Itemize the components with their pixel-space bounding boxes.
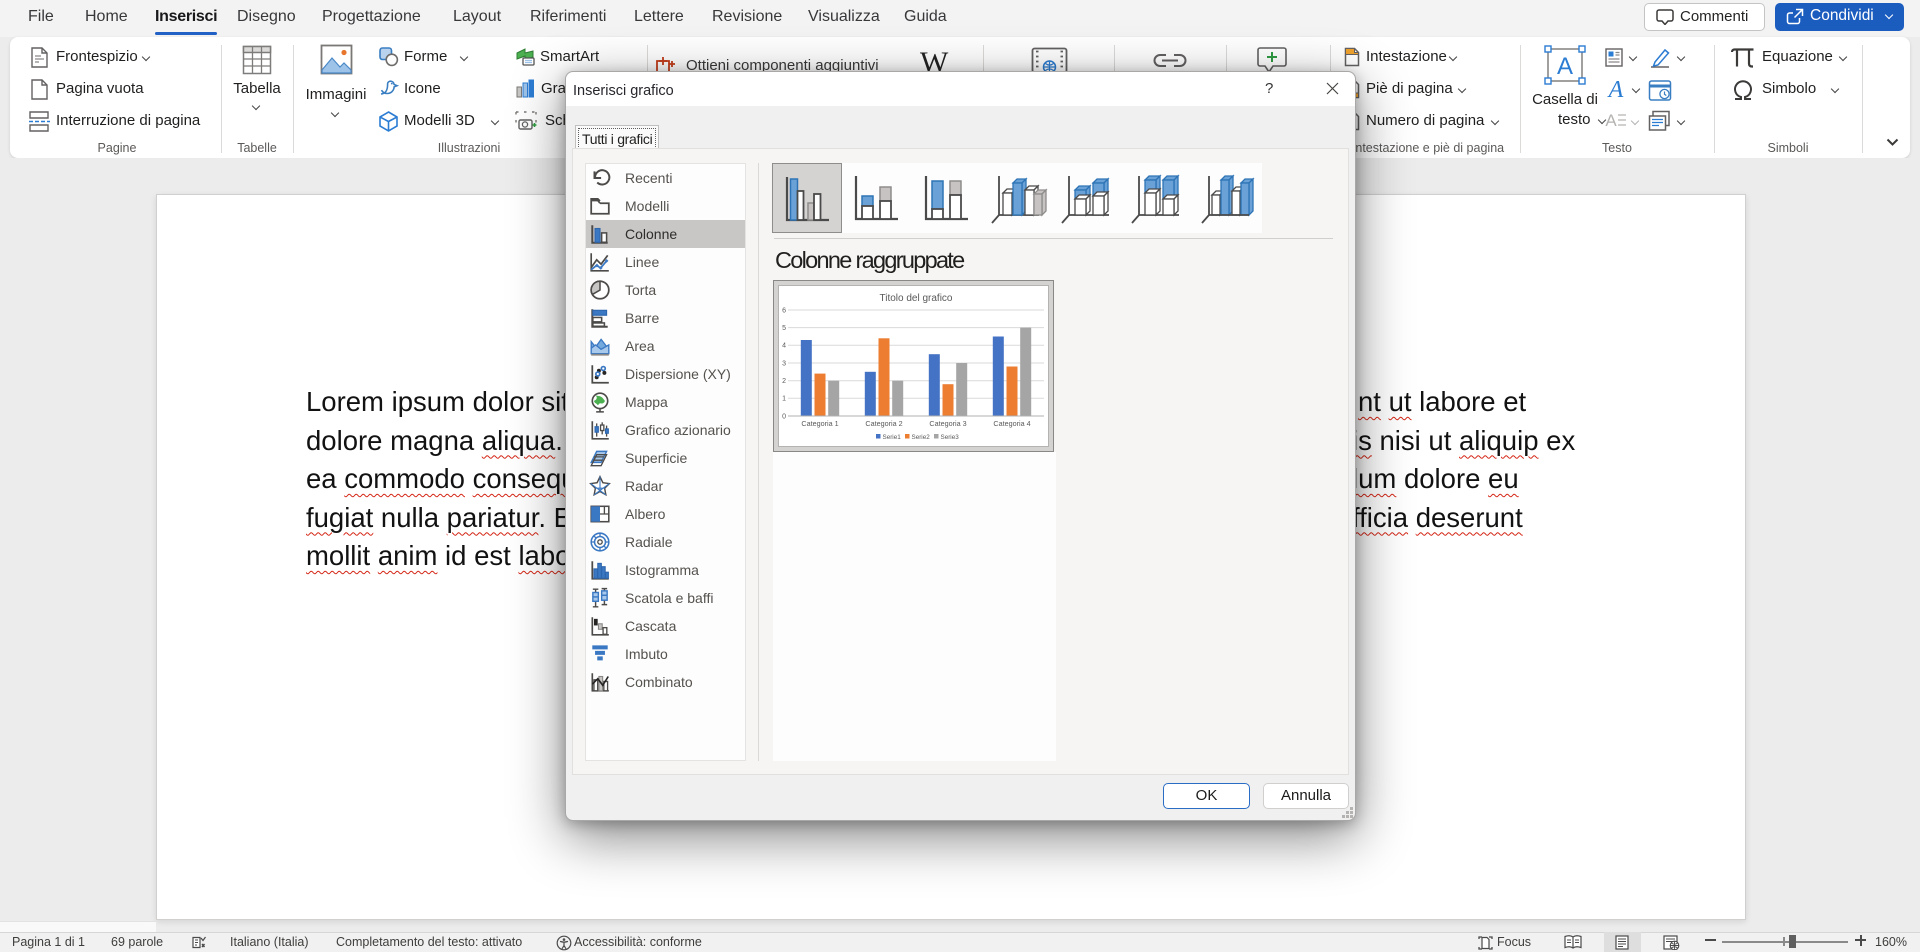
- svg-text:Serie1: Serie1: [883, 434, 902, 441]
- svg-text:A: A: [1607, 77, 1624, 103]
- svg-text:4: 4: [782, 343, 786, 350]
- svg-text:3: 3: [782, 360, 786, 367]
- svg-text:A: A: [1605, 111, 1617, 130]
- svg-text:Serie2: Serie2: [912, 434, 931, 441]
- svg-text:Categoria 3: Categoria 3: [929, 419, 966, 428]
- svg-text:Serie3: Serie3: [941, 434, 960, 441]
- svg-text:6: 6: [782, 307, 786, 314]
- svg-text:Categoria 2: Categoria 2: [865, 419, 902, 428]
- svg-text:2: 2: [782, 378, 786, 385]
- svg-text:5: 5: [782, 325, 786, 332]
- svg-text:Categoria 4: Categoria 4: [993, 419, 1030, 428]
- svg-text:0: 0: [782, 413, 786, 420]
- svg-text:Titolo del grafico: Titolo del grafico: [880, 293, 953, 304]
- svg-text:A: A: [1557, 53, 1573, 80]
- svg-text:1: 1: [782, 396, 786, 403]
- svg-text:Categoria 1: Categoria 1: [801, 419, 838, 428]
